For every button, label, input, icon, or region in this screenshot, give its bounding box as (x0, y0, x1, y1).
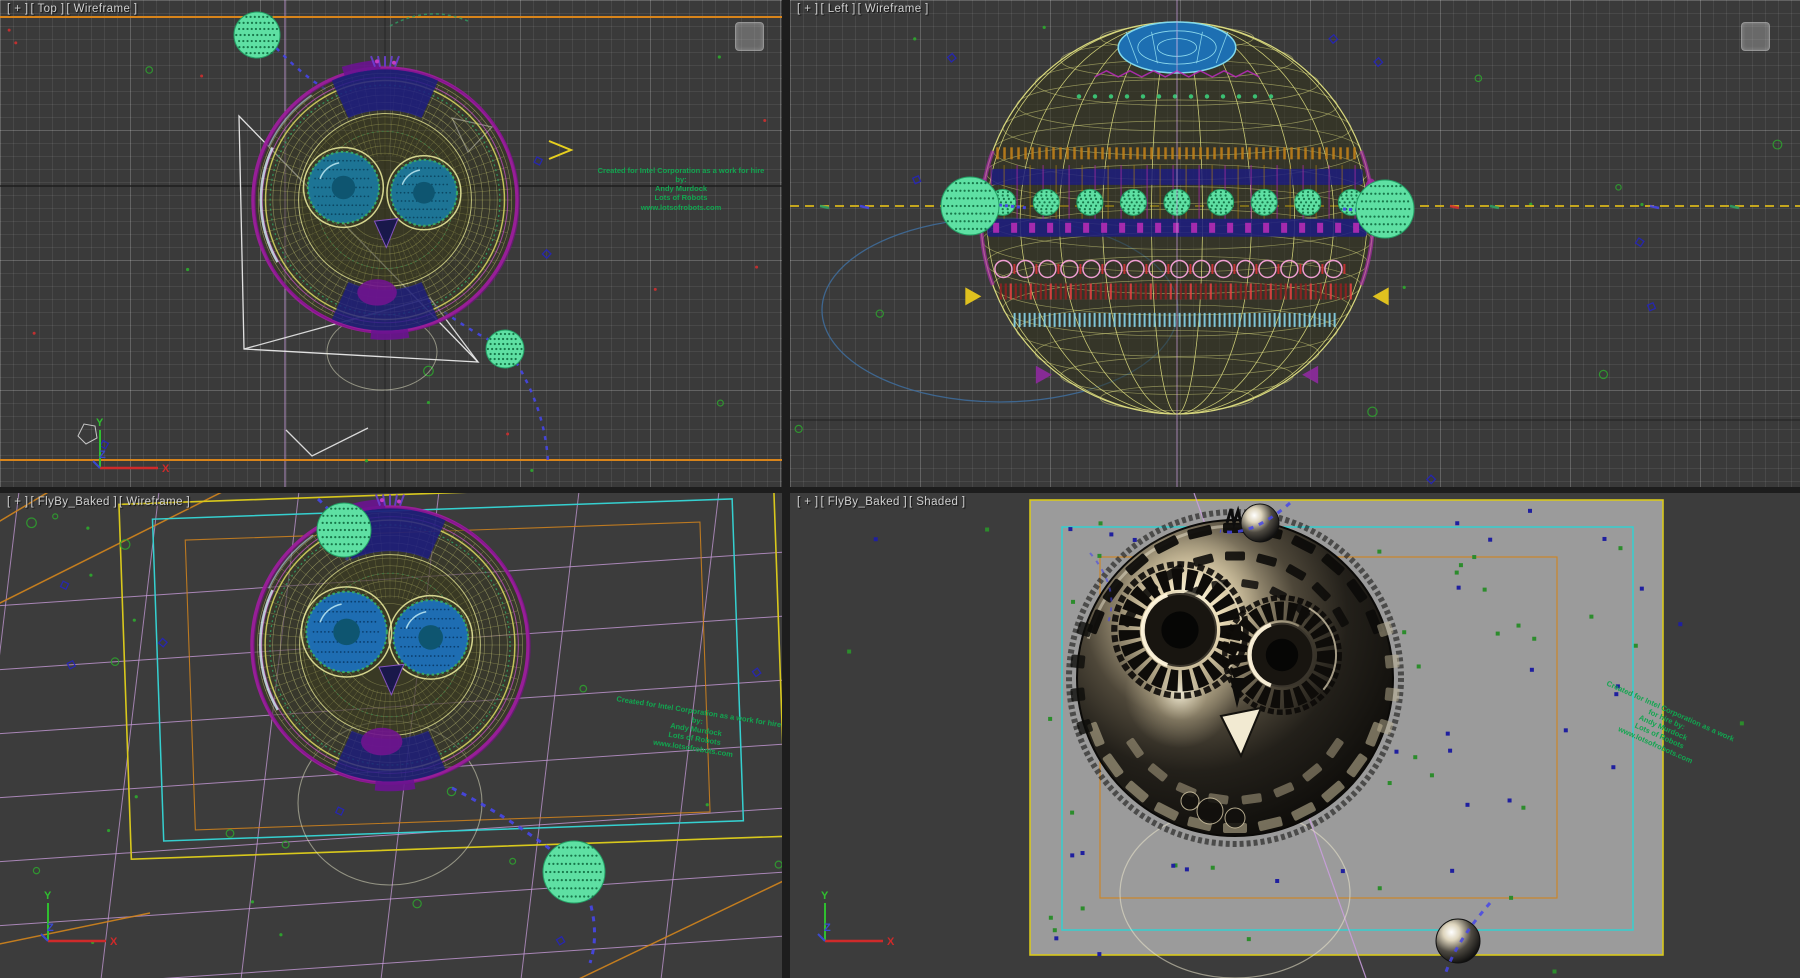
dotted-sphere (1251, 189, 1277, 215)
dotted-sphere (941, 177, 999, 235)
viewport-menu-pov[interactable]: [ FlyBy_Baked ] (31, 496, 118, 508)
axis-label: X (110, 936, 118, 948)
axis-label: Z (47, 922, 54, 934)
axis-label: Z (824, 922, 831, 934)
axis-tripod: Y X Z (41, 890, 118, 948)
viewport-flyby-wireframe[interactable]: YXZ [ + ][ FlyBy_Baked ][ Wireframe ] Cr… (0, 493, 782, 978)
viewport-menu-general[interactable]: [ + ] (797, 3, 819, 15)
viewport-menu-shading[interactable]: [ Shaded ] (909, 496, 965, 508)
viewport-menu-pov[interactable]: [ Left ] (821, 3, 856, 15)
dotted-sphere (234, 12, 280, 58)
scene-top-wireframe: Y X Z (0, 0, 782, 487)
dotted-sphere (1356, 180, 1414, 238)
credit-line: www.lotsofrobots.com (596, 203, 766, 212)
viewport-left[interactable]: [ + ][ Left ][ Wireframe ] (790, 0, 1800, 487)
credit-line: Lots of Robots (596, 193, 766, 202)
viewcube[interactable] (1741, 22, 1770, 51)
axis-label: Z (99, 449, 106, 461)
axis-label: X (887, 936, 895, 948)
viewport-menu-shading[interactable]: [ Wireframe ] (119, 496, 190, 508)
viewport-menu-shading[interactable]: [ Wireframe ] (66, 3, 137, 15)
viewport-label-flyby-wire: [ + ][ FlyBy_Baked ][ Wireframe ] (7, 496, 192, 508)
viewport-menu-shading[interactable]: [ Wireframe ] (858, 3, 929, 15)
viewport-menu-general[interactable]: [ + ] (7, 496, 29, 508)
wireframe-sphere (253, 56, 519, 340)
viewport-label-flyby-shaded: [ + ][ FlyBy_Baked ][ Shaded ] (797, 496, 967, 508)
viewport-top[interactable]: Y X Z [ + ][ Top ][ Wireframe ] Created fo… (0, 0, 782, 487)
viewport-label-top: [ + ][ Top ][ Wireframe ] (7, 3, 139, 15)
viewport-menu-pov[interactable]: [ Top ] (31, 3, 65, 15)
sphere-eye (301, 587, 391, 677)
axis-label: X (162, 463, 170, 475)
credit-line: Andy Murdock (596, 184, 766, 193)
dotted-sphere (1033, 189, 1059, 215)
viewcube[interactable] (735, 22, 764, 51)
axis-label: Y (821, 890, 829, 902)
dotted-sphere (1120, 189, 1146, 215)
dotted-sphere (317, 503, 371, 557)
axis-tripod: Y X Z (818, 890, 895, 948)
viewport-menu-general[interactable]: [ + ] (797, 496, 819, 508)
axis-tripod: Y X Z (93, 417, 170, 475)
axis-label: Y (96, 417, 104, 429)
dotted-sphere (543, 841, 605, 903)
viewport-label-left: [ + ][ Left ][ Wireframe ] (797, 3, 931, 15)
scene-left-wireframe (790, 0, 1800, 487)
dotted-sphere (486, 330, 524, 368)
sphere-eye (304, 148, 384, 228)
dotted-sphere (1077, 189, 1103, 215)
dotted-sphere (1208, 189, 1234, 215)
viewport-grid: YXZ [ + ][ Top ][ Wireframe ] Created fo… (0, 0, 1800, 978)
viewport-menu-general[interactable]: [ + ] (7, 3, 29, 15)
credit-text: Created for Intel Corporation as a work … (596, 166, 766, 212)
viewport-flyby-shaded[interactable]: YXZ [ + ][ FlyBy_Baked ][ Shaded ] Creat… (790, 493, 1800, 978)
dotted-sphere (1295, 189, 1321, 215)
axis-label: Y (44, 890, 52, 902)
viewport-menu-pov[interactable]: [ FlyBy_Baked ] (821, 496, 908, 508)
credit-line: Created for Intel Corporation as a work … (596, 166, 766, 184)
